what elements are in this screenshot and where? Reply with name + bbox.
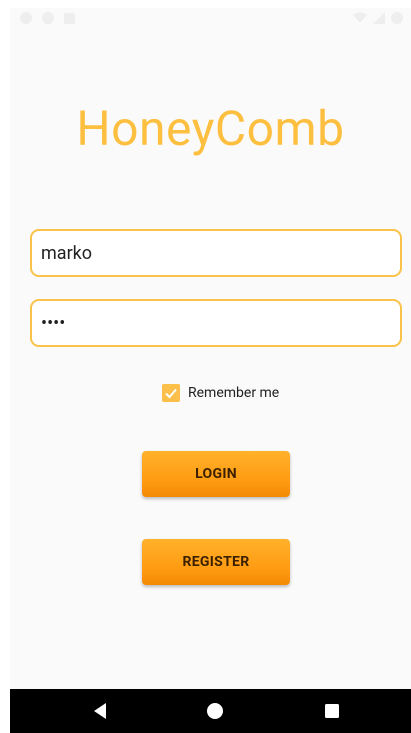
back-button[interactable] [90,701,110,721]
sd-card-icon [64,12,75,24]
recents-icon [325,704,339,718]
circle-icon [42,12,54,24]
login-button[interactable]: LOGIN [142,451,290,497]
app-screen: HoneyComb Remember me LOGIN REGISTER [10,8,411,733]
back-icon [94,703,106,719]
signal-icon [373,12,385,24]
status-bar-left [20,12,75,24]
navigation-bar [10,689,411,733]
app-title: HoneyComb [76,100,345,157]
remember-me-label: Remember me [188,385,280,401]
recents-button[interactable] [322,701,342,721]
password-input[interactable] [32,301,400,345]
battery-icon [391,12,403,24]
home-button[interactable] [205,701,225,721]
username-input[interactable] [32,231,400,275]
home-icon [207,703,223,719]
status-bar-right [353,12,403,24]
username-field[interactable] [30,229,402,277]
password-field[interactable] [30,299,402,347]
settings-icon [20,12,32,24]
checkmark-icon [165,388,177,399]
register-button[interactable]: REGISTER [142,539,290,585]
wifi-icon [353,12,367,23]
remember-me-row[interactable]: Remember me [162,384,279,402]
remember-me-checkbox[interactable] [162,384,180,402]
status-bar [10,8,411,32]
